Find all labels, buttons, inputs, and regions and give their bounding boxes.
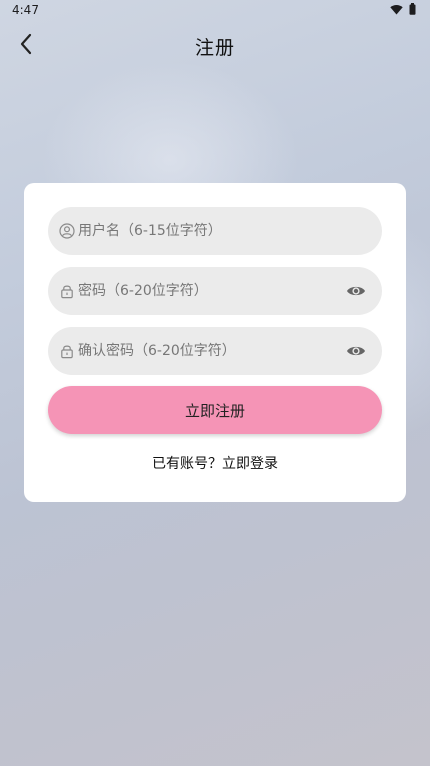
page-title: 注册 <box>194 37 235 59</box>
eye-icon[interactable] <box>346 341 366 361</box>
lock-icon <box>59 343 75 359</box>
battery-icon <box>409 3 416 15</box>
status-time: 4:47 <box>12 3 39 17</box>
password-field[interactable] <box>48 267 382 315</box>
register-button[interactable]: 立即注册 <box>48 386 382 434</box>
user-circle-icon <box>59 223 75 239</box>
confirm-password-field[interactable] <box>48 327 382 375</box>
password-input[interactable] <box>78 267 338 315</box>
status-icons <box>390 3 416 15</box>
eye-icon[interactable] <box>346 281 366 301</box>
lock-icon <box>59 283 75 299</box>
register-screen: 4:47 注册 用户名（6-15位字符） 立即注册 已有账号？立即登录 <box>0 0 430 766</box>
login-link[interactable]: 已有账号？立即登录 <box>24 453 406 473</box>
username-field[interactable] <box>48 207 382 255</box>
username-input[interactable] <box>78 207 338 255</box>
register-card: 立即注册 已有账号？立即登录 <box>24 183 406 502</box>
status-bar: 4:47 <box>0 0 430 20</box>
top-bar: 注册 <box>0 28 430 64</box>
confirm-password-input[interactable] <box>78 327 338 375</box>
wifi-icon <box>390 4 403 15</box>
